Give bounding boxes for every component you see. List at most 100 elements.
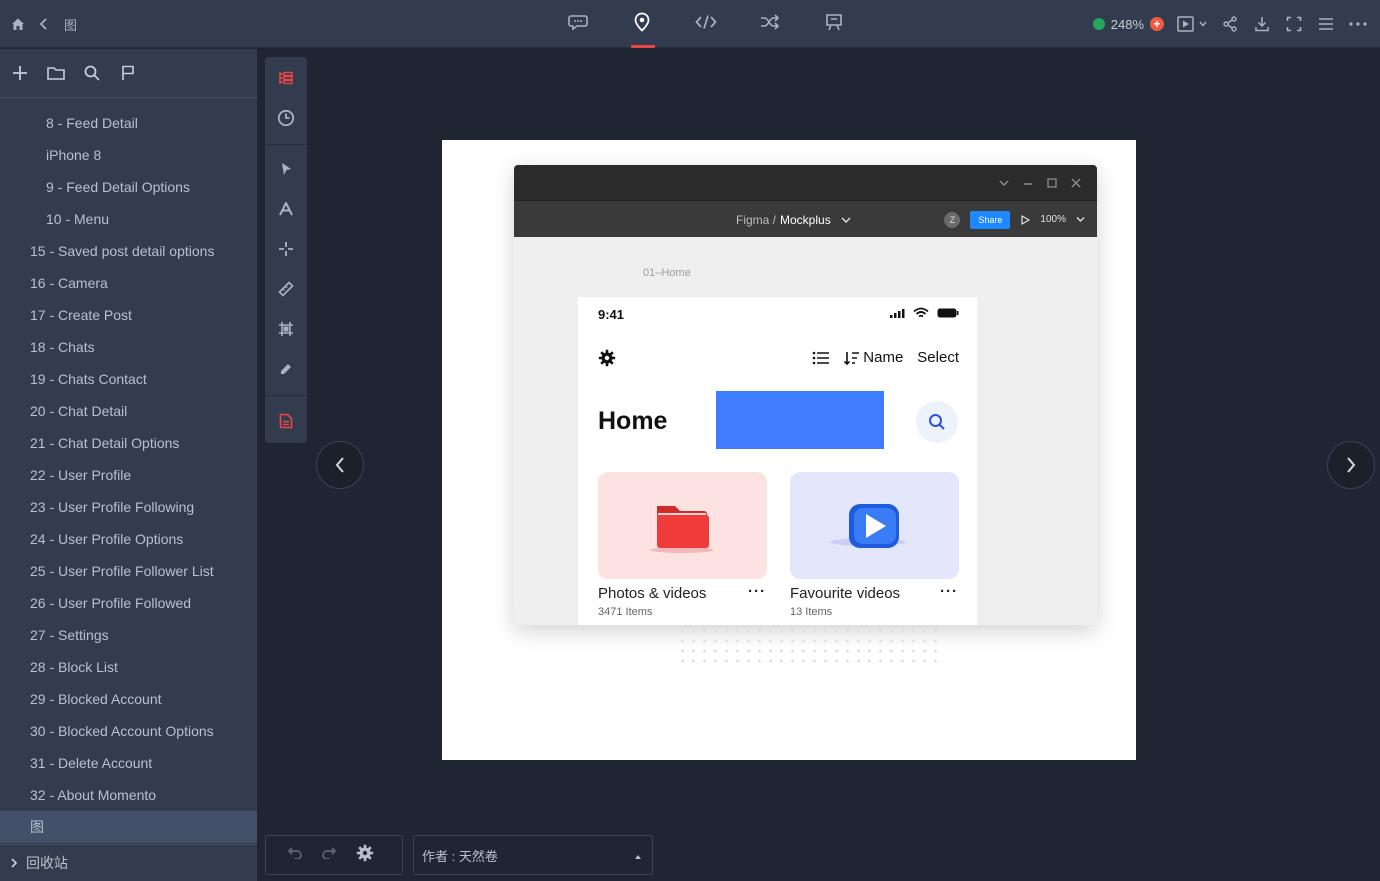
phone-home-title: Home [598, 407, 668, 435]
signal-icon [890, 309, 905, 318]
page-tree-sidebar: 8 - Feed Detail iPhone 89 - Feed Detail O… [0, 49, 257, 881]
phone-toolbar: Name Select [598, 349, 959, 373]
undo-icon[interactable] [287, 846, 302, 864]
sidebar-item[interactable]: 22 - User Profile [0, 459, 257, 491]
menu-icon[interactable] [1316, 12, 1336, 36]
folder-icon[interactable] [46, 63, 66, 83]
sidebar-item[interactable]: 15 - Saved post detail options [0, 235, 257, 267]
card-title: Favourite videos [790, 585, 901, 602]
play-menu-button[interactable] [1176, 12, 1208, 36]
sidebar-item[interactable]: 16 - Camera [0, 267, 257, 299]
breadcrumb: 图 [64, 17, 78, 33]
chevron-down-icon [841, 217, 851, 223]
history-clock-icon[interactable] [265, 98, 307, 138]
fullscreen-icon[interactable] [1284, 12, 1304, 36]
window-titlebar [514, 165, 1097, 200]
search-icon[interactable] [82, 63, 102, 83]
page-list: 8 - Feed Detail iPhone 89 - Feed Detail O… [0, 107, 257, 843]
status-dot [1092, 18, 1105, 30]
sidebar-item[interactable]: 27 - Settings [0, 619, 257, 651]
next-page-button[interactable] [1327, 441, 1375, 489]
sidebar-item[interactable]: 9 - Feed Detail Options [0, 171, 257, 203]
add-icon[interactable] [10, 63, 30, 83]
prev-page-button[interactable] [316, 441, 364, 489]
gear-icon [598, 349, 616, 372]
sidebar-item[interactable]: 18 - Chats [0, 331, 257, 363]
sidebar-item[interactable]: 20 - Chat Detail [0, 395, 257, 427]
back-chevron-icon[interactable] [34, 12, 54, 36]
home-icon[interactable] [8, 12, 28, 36]
ruler-icon[interactable] [265, 269, 307, 309]
figma-file-path: Figma / Mockplus [736, 201, 851, 238]
card-title: Photos & videos [598, 585, 707, 602]
share-icon[interactable] [1220, 12, 1240, 36]
text-icon[interactable] [265, 189, 307, 229]
sidebar-item[interactable]: 图 [0, 811, 257, 843]
window-controls [999, 165, 1081, 200]
author-dropdown[interactable]: 作者 : 天然卷 [413, 835, 653, 875]
mode-tabs [546, 0, 866, 48]
sidebar-item[interactable]: 32 - About Momento [0, 779, 257, 811]
sidebar-item[interactable]: 21 - Chat Detail Options [0, 427, 257, 459]
redo-icon[interactable] [322, 846, 337, 864]
sidebar-item[interactable]: 31 - Delete Account [0, 747, 257, 779]
tab-inspect[interactable] [610, 0, 674, 48]
sidebar-item[interactable]: 30 - Blocked Account Options [0, 715, 257, 747]
tab-present[interactable] [802, 0, 866, 48]
history-controls [265, 835, 403, 875]
frame-icon[interactable] [265, 309, 307, 349]
sort-icon [844, 351, 860, 365]
avatar: Z [944, 211, 961, 228]
tab-flow[interactable] [738, 0, 802, 48]
battery-icon [937, 308, 959, 318]
sidebar-item[interactable]: 10 - Menu [0, 203, 257, 235]
sidebar-item[interactable]: 17 - Create Post [0, 299, 257, 331]
minimize-icon [1024, 182, 1032, 185]
folder-icon [650, 506, 714, 553]
download-icon[interactable] [1252, 12, 1272, 36]
sidebar-item[interactable]: 8 - Feed Detail [0, 107, 257, 139]
play-icon [1177, 16, 1194, 32]
figma-header-right: Z Share 100% [944, 201, 1085, 238]
more-icon: ··· [940, 583, 958, 600]
pointer-icon[interactable] [265, 149, 307, 189]
sidebar-item[interactable]: 23 - User Profile Following [0, 491, 257, 523]
tab-comment[interactable] [546, 0, 610, 48]
flag-icon[interactable] [118, 63, 138, 83]
zoom-level: 248% [1110, 16, 1144, 32]
zoom-control: 248% + [1092, 16, 1164, 32]
videos-card [790, 472, 959, 579]
play-video-icon [830, 504, 906, 548]
trash-label: 回收站 [26, 855, 68, 871]
play-icon [1021, 214, 1031, 225]
sidebar-item[interactable]: 24 - User Profile Options [0, 523, 257, 555]
trash-folder[interactable]: 回收站 [0, 844, 257, 881]
sidebar-item[interactable]: iPhone 8 [0, 139, 257, 171]
figma-window-mockup: Figma / Mockplus Z Share 100% 01–Home 9:… [514, 165, 1097, 625]
artboard-canvas[interactable]: Figma / Mockplus Z Share 100% 01–Home 9:… [442, 140, 1136, 760]
top-toolbar-right: 248% + [1092, 0, 1368, 48]
phone-frame: 9:41 Name Select Home Photos & videos ··… [578, 297, 977, 625]
more-icon[interactable] [1348, 12, 1368, 36]
sidebar-item[interactable]: 26 - User Profile Followed [0, 587, 257, 619]
figma-share-button: Share [970, 210, 1011, 229]
sidebar-item[interactable]: 28 - Block List [0, 651, 257, 683]
list-icon [812, 351, 830, 364]
document-icon[interactable] [265, 401, 307, 441]
gear-icon[interactable] [356, 844, 374, 867]
zoom-in-button[interactable]: + [1150, 17, 1164, 31]
sidebar-item[interactable]: 19 - Chats Contact [0, 363, 257, 395]
chevron-left-icon [335, 457, 344, 473]
sidebar-item[interactable]: 25 - User Profile Follower List [0, 555, 257, 587]
phone-actions: Name Select [812, 349, 959, 366]
sidebar-item[interactable]: 29 - Blocked Account [0, 683, 257, 715]
tool-rail [265, 57, 307, 443]
crosshair-icon[interactable] [265, 229, 307, 269]
layers-icon[interactable] [265, 58, 307, 98]
select-label: Select [917, 349, 959, 366]
chevron-right-icon [1347, 457, 1356, 473]
eyedropper-icon[interactable] [265, 349, 307, 389]
search-icon [929, 414, 945, 430]
sort-label: Name [863, 349, 904, 366]
tab-code[interactable] [674, 0, 738, 48]
